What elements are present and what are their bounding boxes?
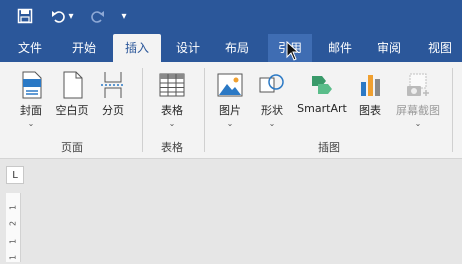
document-area[interactable]: L 1 2 1 1 [0, 159, 462, 262]
screenshot-label: 屏幕截图 [396, 104, 440, 117]
tab-home[interactable]: 开始 [62, 34, 106, 62]
table-label: 表格 [161, 104, 183, 117]
illustrations-group-label: 插图 [318, 141, 340, 154]
smartart-button[interactable]: SmartArt [293, 70, 351, 115]
screenshot-icon [407, 73, 429, 96]
group-divider [204, 68, 205, 152]
page-break-label: 分页 [102, 104, 124, 117]
tables-group-label: 表格 [161, 141, 183, 154]
redo-icon[interactable] [88, 6, 106, 26]
tab-design[interactable]: 设计 [166, 34, 210, 62]
smartart-label: SmartArt [297, 102, 347, 115]
tab-file[interactable]: 文件 [8, 34, 52, 62]
cover-page-label: 封面 [20, 104, 42, 117]
page-break-icon [101, 72, 125, 98]
title-bar: ▾ ▾ [0, 0, 462, 34]
chevron-down-icon: ⌄ [168, 119, 176, 128]
page-break-button[interactable]: 分页 [96, 70, 130, 118]
blank-page-button[interactable]: 空白页 [50, 70, 94, 118]
chart-button[interactable]: 图表 [352, 70, 388, 118]
tab-layout[interactable]: 布局 [215, 34, 259, 62]
screenshot-button[interactable]: 屏幕截图 ⌄ [390, 70, 446, 128]
undo-dropdown-icon[interactable]: ▾ [66, 6, 76, 26]
smartart-icon [312, 76, 332, 94]
chevron-down-icon: ⌄ [226, 119, 234, 128]
group-divider [452, 68, 453, 152]
ribbon-insert: 封面 ⌄ 空白页 分页 页面 表格 ⌄ 表格 图片 ⌄ 形状 ⌄ SmartAr… [0, 62, 462, 159]
chart-label: 图表 [359, 104, 381, 117]
ribbon-tabs: 文件 开始 插入 设计 布局 引用 邮件 审阅 视图 [0, 34, 462, 62]
tab-selector[interactable]: L [6, 166, 24, 184]
ruler-tick: 1 [8, 238, 18, 245]
blank-page-icon [63, 71, 83, 99]
shapes-icon [259, 74, 284, 93]
tab-mailings[interactable]: 邮件 [318, 34, 362, 62]
tab-insert[interactable]: 插入 [113, 34, 161, 62]
blank-page-label: 空白页 [55, 104, 89, 117]
picture-icon [217, 73, 243, 97]
pages-group-label: 页面 [61, 141, 83, 154]
table-button[interactable]: 表格 ⌄ [152, 70, 192, 128]
vertical-ruler[interactable]: 1 2 1 1 [6, 193, 21, 262]
group-divider [142, 68, 143, 152]
ruler-tick: 1 [8, 204, 18, 211]
customize-qat-icon[interactable]: ▾ [118, 6, 130, 26]
chevron-down-icon: ⌄ [27, 119, 35, 128]
shapes-button[interactable]: 形状 ⌄ [254, 70, 290, 128]
ruler-tick: 2 [8, 220, 18, 227]
mouse-cursor-icon [286, 41, 300, 61]
chart-icon [361, 75, 380, 96]
pictures-button[interactable]: 图片 ⌄ [212, 70, 248, 128]
pictures-label: 图片 [219, 104, 241, 117]
tab-view[interactable]: 视图 [418, 34, 462, 62]
cover-page-icon [22, 71, 42, 99]
shapes-label: 形状 [261, 104, 283, 117]
save-icon[interactable] [16, 6, 34, 26]
tab-review[interactable]: 审阅 [367, 34, 411, 62]
cover-page-button[interactable]: 封面 ⌄ [14, 70, 48, 128]
chevron-down-icon: ⌄ [414, 119, 422, 128]
table-icon [159, 73, 185, 97]
chevron-down-icon: ⌄ [268, 119, 276, 128]
